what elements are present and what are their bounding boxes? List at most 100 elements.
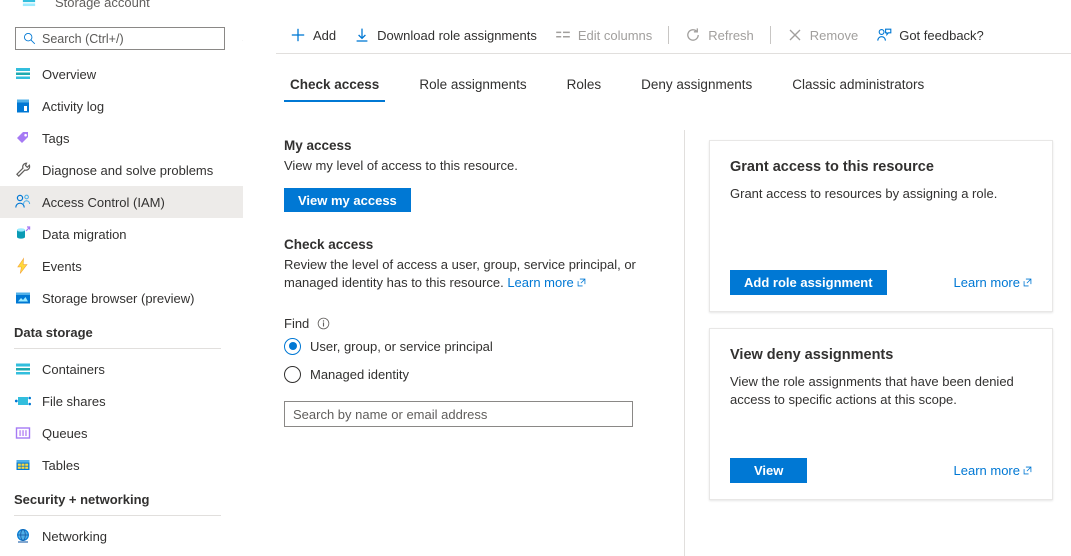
radio-label: User, group, or service principal	[310, 339, 493, 354]
refresh-icon	[685, 27, 701, 43]
sidebar-item-tags[interactable]: Tags	[0, 122, 243, 154]
radio-option-user-group-or-service-principal[interactable]: User, group, or service principal	[284, 333, 684, 359]
sidebar-item-tables[interactable]: Tables	[0, 449, 243, 481]
add-role-assignment-button[interactable]: Add role assignment	[730, 270, 887, 295]
my-access-title: My access	[284, 138, 684, 153]
toolbar-got-feedback-button[interactable]: Got feedback?	[870, 20, 990, 50]
name-email-search-input[interactable]	[284, 401, 633, 427]
command-toolbar: Add Download role assignments Edit columns…	[260, 16, 1071, 54]
queues-icon	[14, 424, 32, 442]
toolbar-add-button[interactable]: Add	[284, 20, 342, 50]
sidebar-item-data-migration[interactable]: Data migration	[0, 218, 243, 250]
toolbar-refresh-button: Refresh	[679, 20, 760, 50]
tags-icon	[14, 129, 32, 147]
check-access-description-line1: Review the level of access a user, group…	[284, 257, 636, 272]
azure-portal-iam-blade: Storage account « Overview Activity log Ta…	[0, 0, 1071, 556]
tab-roles[interactable]: Roles	[561, 76, 608, 102]
sidebar-item-label: Data migration	[42, 228, 127, 241]
toolbar-remove-button: Remove	[781, 20, 864, 50]
radio-label: Managed identity	[310, 367, 409, 382]
sidebar-item-label: Tables	[42, 459, 80, 472]
check-access-description: Review the level of access a user, group…	[284, 256, 684, 292]
sidebar-item-label: Activity log	[42, 100, 104, 113]
storage-account-icon	[22, 0, 36, 10]
view-deny-card-title: View deny assignments	[730, 347, 1032, 363]
file-shares-icon	[14, 392, 32, 410]
nav-group-data-storage: Data storage	[0, 314, 243, 342]
toolbar-button-label: Remove	[810, 28, 858, 43]
check-access-panel: My access View my level of access to thi…	[284, 138, 684, 427]
nav-group-security-networking: Security + networking	[0, 481, 243, 509]
activity-log-icon	[14, 97, 32, 115]
toolbar-button-label: Download role assignments	[377, 28, 537, 43]
sidebar-item-label: Containers	[42, 363, 105, 376]
radio-indicator[interactable]	[284, 366, 301, 383]
toolbar-button-label: Edit columns	[578, 28, 652, 43]
search-input[interactable]	[15, 27, 225, 50]
grant-access-learn-more-label: Learn more	[954, 275, 1020, 290]
sidebar-item-label: Diagnose and solve problems	[42, 164, 213, 177]
view-deny-card-description: View the role assignments that have been…	[730, 373, 1032, 409]
collapse-sidebar-button[interactable]: «	[236, 29, 243, 49]
nav-group-divider	[14, 515, 221, 516]
sidebar-item-containers[interactable]: Containers	[0, 353, 243, 385]
toolbar-button-label: Got feedback?	[899, 28, 984, 43]
tables-icon	[14, 456, 32, 474]
sidebar-item-label: Networking	[42, 530, 107, 543]
tab-check-access[interactable]: Check access	[284, 76, 385, 102]
radio-option-managed-identity[interactable]: Managed identity	[284, 361, 684, 387]
my-access-description: View my level of access to this resource…	[284, 157, 684, 175]
sidebar-item-activity-log[interactable]: Activity log	[0, 90, 243, 122]
toolbar-separator	[770, 26, 771, 44]
tab-classic-administrators[interactable]: Classic administrators	[786, 76, 930, 102]
plus-icon	[290, 27, 306, 43]
events-icon	[14, 257, 32, 275]
content-vertical-divider	[684, 130, 685, 556]
sidebar-item-overview[interactable]: Overview	[0, 58, 243, 90]
external-link-icon	[577, 278, 586, 287]
storage-browser-icon	[14, 289, 32, 307]
sidebar-item-label: Queues	[42, 427, 88, 440]
access-control-icon	[14, 193, 32, 211]
sidebar-item-events[interactable]: Events	[0, 250, 243, 282]
edit-columns-icon	[555, 27, 571, 43]
tab-bar: Check access Role assignments Roles Deny as…	[284, 76, 958, 108]
remove-icon	[787, 27, 803, 43]
overview-icon	[14, 65, 32, 83]
grant-access-card-title: Grant access to this resource	[730, 159, 1032, 175]
sidebar-item-file-shares[interactable]: File shares	[0, 385, 243, 417]
toolbar-button-label: Add	[313, 28, 336, 43]
feedback-icon	[876, 27, 892, 43]
external-link-icon	[1023, 278, 1032, 287]
tab-deny-assignments[interactable]: Deny assignments	[635, 76, 758, 102]
data-migration-icon	[14, 225, 32, 243]
find-label-row: Find	[284, 316, 684, 331]
view-deny-assignments-card: View deny assignments View the role assi…	[709, 328, 1053, 500]
check-access-learn-more-link[interactable]: Learn more	[507, 275, 573, 290]
sidebar-item-networking[interactable]: Networking	[0, 520, 243, 552]
sidebar-item-queues[interactable]: Queues	[0, 417, 243, 449]
view-my-access-button[interactable]: View my access	[284, 188, 411, 212]
sidebar-item-label: Storage browser (preview)	[42, 292, 194, 305]
sidebar-item-label: File shares	[42, 395, 106, 408]
sidebar-item-diagnose-and-solve-problems[interactable]: Diagnose and solve problems	[0, 154, 243, 186]
sidebar-item-label: Tags	[42, 132, 69, 145]
grant-access-learn-more-link[interactable]: Learn more	[954, 275, 1032, 290]
sidebar-item-storage-browser-preview[interactable]: Storage browser (preview)	[0, 282, 243, 314]
radio-indicator[interactable]	[284, 338, 301, 355]
grant-access-card-description: Grant access to resources by assigning a…	[730, 185, 1032, 203]
grant-access-card-footer: Add role assignment Learn more	[730, 270, 1032, 295]
nav-group-divider	[14, 348, 221, 349]
main-content: Add Download role assignments Edit columns…	[260, 0, 1071, 556]
view-deny-learn-more-link[interactable]: Learn more	[954, 463, 1032, 478]
check-access-title: Check access	[284, 237, 684, 252]
info-icon[interactable]	[317, 317, 330, 330]
tab-role-assignments[interactable]: Role assignments	[413, 76, 532, 102]
toolbar-download-role-assignments-button[interactable]: Download role assignments	[348, 20, 543, 50]
external-link-icon	[1023, 466, 1032, 475]
view-deny-card-footer: View Learn more	[730, 458, 1032, 483]
sidebar-item-access-control-iam[interactable]: Access Control (IAM)	[0, 186, 243, 218]
networking-icon	[14, 527, 32, 545]
view-deny-assignments-button[interactable]: View	[730, 458, 807, 483]
resource-title: Storage account	[55, 0, 150, 10]
